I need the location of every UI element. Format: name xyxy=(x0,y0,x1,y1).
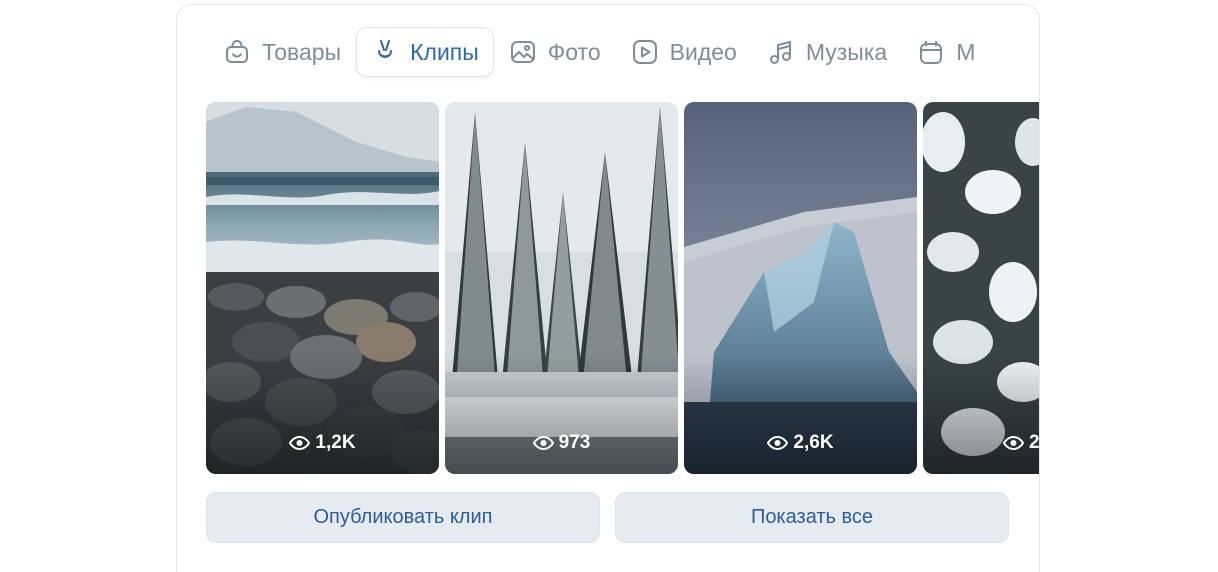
photo-icon xyxy=(510,41,535,63)
view-count: 2,6K xyxy=(684,432,917,454)
eye-icon xyxy=(1003,436,1024,450)
eye-icon xyxy=(532,436,554,450)
tab-clips-label: Клипы xyxy=(410,38,479,65)
publish-clip-button[interactable]: Опубликовать клип xyxy=(206,492,600,543)
video-play-icon xyxy=(632,40,657,64)
eye-icon xyxy=(289,436,311,450)
clips-widget-card: Товары Клипы Фото Видео Музыка М 1,2K 97… xyxy=(176,4,1040,572)
view-count: 2 xyxy=(923,432,1040,454)
tab-music-label: Музыка xyxy=(805,38,888,65)
tab-clips[interactable]: Клипы xyxy=(357,28,493,76)
tab-photo-label: Фото xyxy=(547,38,601,65)
view-count-value: 2 xyxy=(1029,432,1040,453)
tab-music[interactable]: Музыка xyxy=(753,28,901,76)
clip-thumbnail[interactable]: 2 xyxy=(923,102,1040,474)
show-all-button[interactable]: Показать все xyxy=(615,492,1009,543)
view-count-value: 2,6K xyxy=(793,432,834,453)
clip-thumbnail[interactable]: 1,2K xyxy=(206,102,439,474)
tab-goods[interactable]: Товары xyxy=(209,28,355,76)
tab-goods-label: Товары xyxy=(262,38,342,65)
clip-thumbnail[interactable]: 2,6K xyxy=(684,102,917,474)
tab-events-label: М xyxy=(956,38,976,65)
shopping-bag-icon xyxy=(226,40,248,63)
view-count: 1,2K xyxy=(206,432,439,454)
music-note-icon xyxy=(769,40,791,64)
clips-carousel: 1,2K 973 2,6K 2 xyxy=(206,102,1040,474)
calendar-icon xyxy=(920,41,943,64)
view-count: 973 xyxy=(445,432,678,454)
tab-video-label: Видео xyxy=(669,38,737,65)
tab-events[interactable]: М xyxy=(903,28,989,76)
tab-video[interactable]: Видео xyxy=(617,28,751,76)
section-tabs: Товары Клипы Фото Видео Музыка М xyxy=(209,27,991,77)
tab-photo[interactable]: Фото xyxy=(495,28,615,76)
view-count-value: 973 xyxy=(558,432,591,453)
clips-icon xyxy=(378,40,393,58)
clip-thumbnail[interactable]: 973 xyxy=(445,102,678,474)
view-count-value: 1,2K xyxy=(315,432,356,453)
eye-icon xyxy=(767,436,789,450)
